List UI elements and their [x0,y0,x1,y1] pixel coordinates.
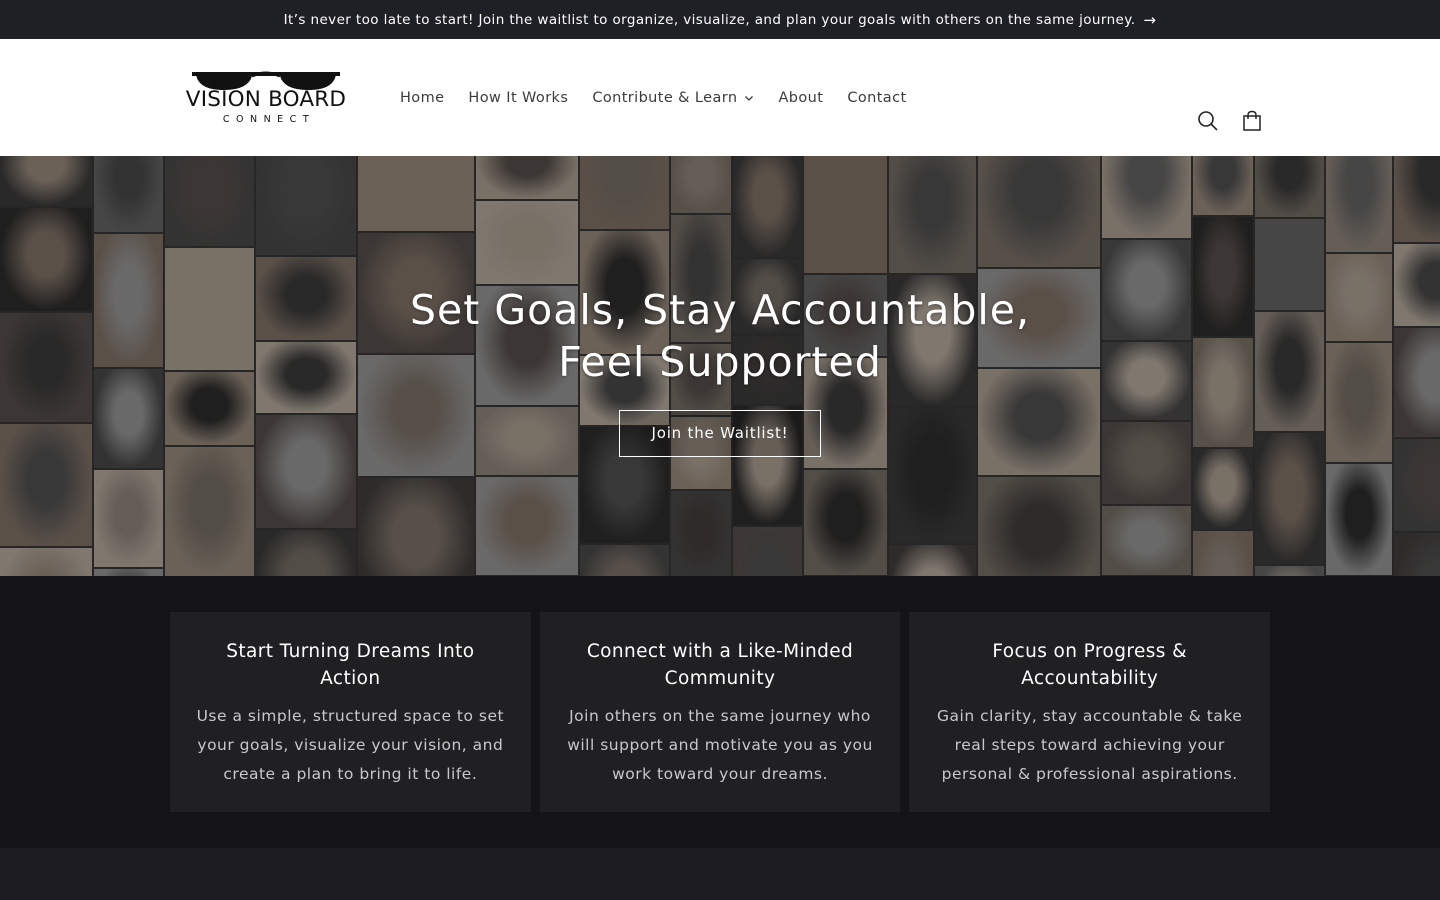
announcement-bar[interactable]: It’s never too late to start! Join the w… [0,0,1440,39]
nav-contribute-learn-label: Contribute & Learn [592,89,738,106]
feature-text: Use a simple, structured space to set yo… [196,707,505,783]
feature-card: Connect with a Like-Minded Community Joi… [539,612,901,812]
header-icons [1196,109,1264,133]
arrow-right-icon[interactable]: → [1143,11,1156,29]
logo-subtitle: CONNECT [222,114,316,125]
feature-title: Start Turning Dreams Into Action [226,641,475,689]
nav-contact-label: Contact [847,89,907,106]
nav-contact[interactable]: Contact [835,90,918,106]
logo[interactable]: VISION BOARD CONNECT [174,68,358,128]
search-icon[interactable] [1196,109,1220,133]
page-bottom [0,848,1440,900]
nav-about-label: About [778,89,824,106]
nav-about[interactable]: About [766,90,835,106]
feature-card: Focus on Progress & Accountability Gain … [909,612,1271,812]
nav-contribute-learn[interactable]: Contribute & Learn [580,90,766,106]
join-waitlist-button[interactable]: Join the Waitlist! [619,410,821,457]
nav-how-it-works[interactable]: How It Works [456,90,580,106]
nav-home[interactable]: Home [388,90,456,106]
feature-cards: Start Turning Dreams Into Action Use a s… [170,612,1271,812]
hero-content: Set Goals, Stay Accountable, Feel Suppor… [0,284,1440,457]
feature-title: Focus on Progress & Accountability [992,641,1187,689]
site-header: VISION BOARD CONNECT Home How It Works C… [0,39,1440,156]
announcement-text[interactable]: It’s never too late to start! Join the w… [284,12,1136,28]
feature-title: Connect with a Like-Minded Community [586,641,854,689]
main-nav: Home How It Works Contribute & Learn Abo… [388,39,919,156]
feature-card: Start Turning Dreams Into Action Use a s… [170,612,531,812]
feature-text: Join others on the same journey who will… [567,707,873,783]
hero-section: Set Goals, Stay Accountable, Feel Suppor… [0,156,1440,576]
logo-title: VISION BOARD [185,87,347,112]
feature-text: Gain clarity, stay accountable & take re… [937,707,1243,783]
hero-title: Set Goals, Stay Accountable, Feel Suppor… [409,286,1031,386]
cart-icon[interactable] [1240,109,1264,133]
chevron-down-icon [745,95,754,101]
nav-home-label: Home [400,89,445,106]
features-section: Start Turning Dreams Into Action Use a s… [0,576,1440,848]
nav-how-it-works-label: How It Works [468,89,569,106]
